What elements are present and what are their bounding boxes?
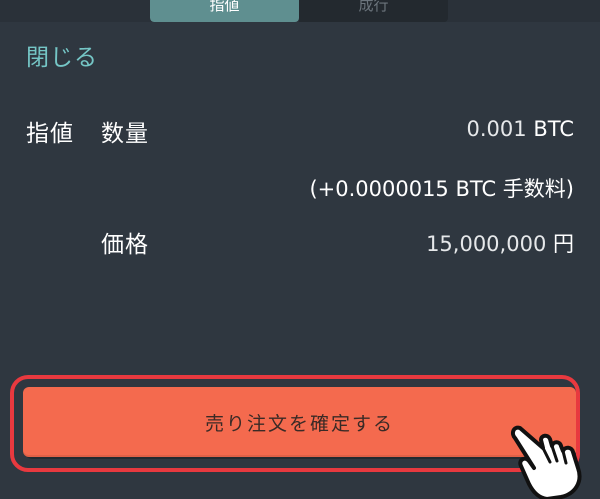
close-button[interactable]: 閉じる [26, 38, 98, 72]
pointing-hand-icon [510, 425, 582, 499]
quantity-amount: 0.001 [466, 117, 527, 141]
fee-note: (+0.0000015 BTC 手数料) [309, 177, 574, 201]
order-type-tabs: 指値 成行 [150, 0, 448, 22]
quantity-value: 0.001 BTC [467, 117, 574, 141]
price-unit: 円 [553, 232, 574, 256]
order-type-label: 指値 [26, 121, 74, 147]
confirm-sell-order-button[interactable]: 売り注文を確定する [23, 387, 576, 457]
quantity-unit: BTC [533, 117, 574, 141]
price-amount: 15,000,000 [426, 232, 547, 256]
tab-limit-label: 指値 [209, 0, 240, 14]
price-value: 15,000,000 円 [426, 228, 574, 258]
tab-market-label: 成行 [358, 0, 389, 14]
price-label: 価格 [101, 232, 149, 258]
tab-limit[interactable]: 指値 [150, 0, 299, 22]
quantity-label: 数量 [101, 121, 149, 147]
tab-market[interactable]: 成行 [299, 0, 448, 22]
